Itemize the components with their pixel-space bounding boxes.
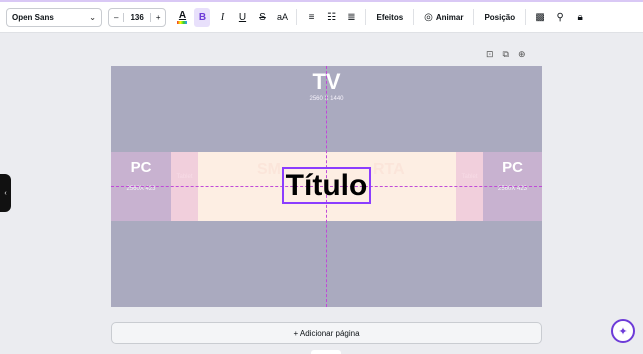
tablet-left-label: Tablet xyxy=(176,174,193,180)
line-spacing-icon[interactable]: ≣ xyxy=(343,8,359,27)
page-tools: ⊡ ⧉ ⊕ xyxy=(486,49,526,60)
lock-page-icon[interactable]: ⊡ xyxy=(486,49,494,60)
font-family-select[interactable]: Open Sans ⌄ xyxy=(6,7,102,27)
increase-size-button[interactable]: + xyxy=(151,13,166,22)
decrease-size-button[interactable]: – xyxy=(109,13,123,22)
text-color-icon: A xyxy=(178,9,187,21)
bottom-panel-handle[interactable] xyxy=(311,350,341,354)
magic-assistant-button[interactable]: ✦ xyxy=(611,319,635,343)
italic-button[interactable]: I xyxy=(214,8,230,27)
effects-button[interactable]: Efeitos xyxy=(370,8,409,27)
font-family-value: Open Sans xyxy=(12,12,54,22)
add-page-button[interactable]: + Adicionar página xyxy=(111,322,542,344)
tablet-right-label: Tablet xyxy=(461,174,478,180)
toolbar-divider xyxy=(525,9,527,25)
toolbar-divider xyxy=(413,9,415,25)
list-icon[interactable]: ☷ xyxy=(323,8,339,27)
underline-button[interactable]: U xyxy=(234,8,250,27)
mobile-label-fragment-right: RTA xyxy=(373,161,405,178)
font-size-stepper: – 136 + xyxy=(108,7,167,27)
toolbar-divider xyxy=(365,9,367,25)
animate-button[interactable]: ◎ Animar xyxy=(418,8,469,27)
toolbar-divider xyxy=(296,9,298,25)
position-button[interactable]: Posição xyxy=(478,8,521,27)
sparkle-icon: ✦ xyxy=(618,325,628,338)
letter-case-button[interactable]: aA xyxy=(274,8,290,27)
color-bar-icon xyxy=(177,20,188,24)
toolbar-divider xyxy=(473,9,475,25)
transparency-icon[interactable]: ▩ xyxy=(532,8,548,27)
add-page-icon[interactable]: ⊕ xyxy=(518,49,526,60)
side-panel-toggle[interactable]: ‹ xyxy=(0,174,11,212)
text-toolbar: Open Sans ⌄ – 136 + A B I U S aA ≡ ☷ ≣ E… xyxy=(0,0,643,33)
title-text-box[interactable]: Título xyxy=(282,167,371,204)
lock-icon[interactable]: 🔒︎ xyxy=(572,8,588,27)
text-color-button[interactable]: A xyxy=(174,8,190,27)
pc-left-label: PC xyxy=(130,159,152,176)
design-canvas[interactable]: TV 2560 X 1440 PC 2560X 423 Tablet Table… xyxy=(111,66,542,307)
mobile-label-fragment-left: SM xyxy=(257,161,281,178)
strikethrough-button[interactable]: S xyxy=(254,8,270,27)
chevron-left-icon: ‹ xyxy=(4,189,7,197)
duplicate-page-icon[interactable]: ⧉ xyxy=(503,49,509,60)
animate-label: Animar xyxy=(435,12,464,22)
bold-button[interactable]: B xyxy=(194,7,211,27)
pc-right-label: PC xyxy=(502,159,523,176)
chevron-down-icon: ⌄ xyxy=(89,12,96,22)
title-text[interactable]: Título xyxy=(286,170,368,201)
align-center-icon[interactable]: ≡ xyxy=(303,8,319,27)
format-paint-icon[interactable]: ⚲ xyxy=(552,8,568,27)
font-size-input[interactable]: 136 xyxy=(123,12,151,22)
animate-icon: ◎ xyxy=(424,11,433,23)
